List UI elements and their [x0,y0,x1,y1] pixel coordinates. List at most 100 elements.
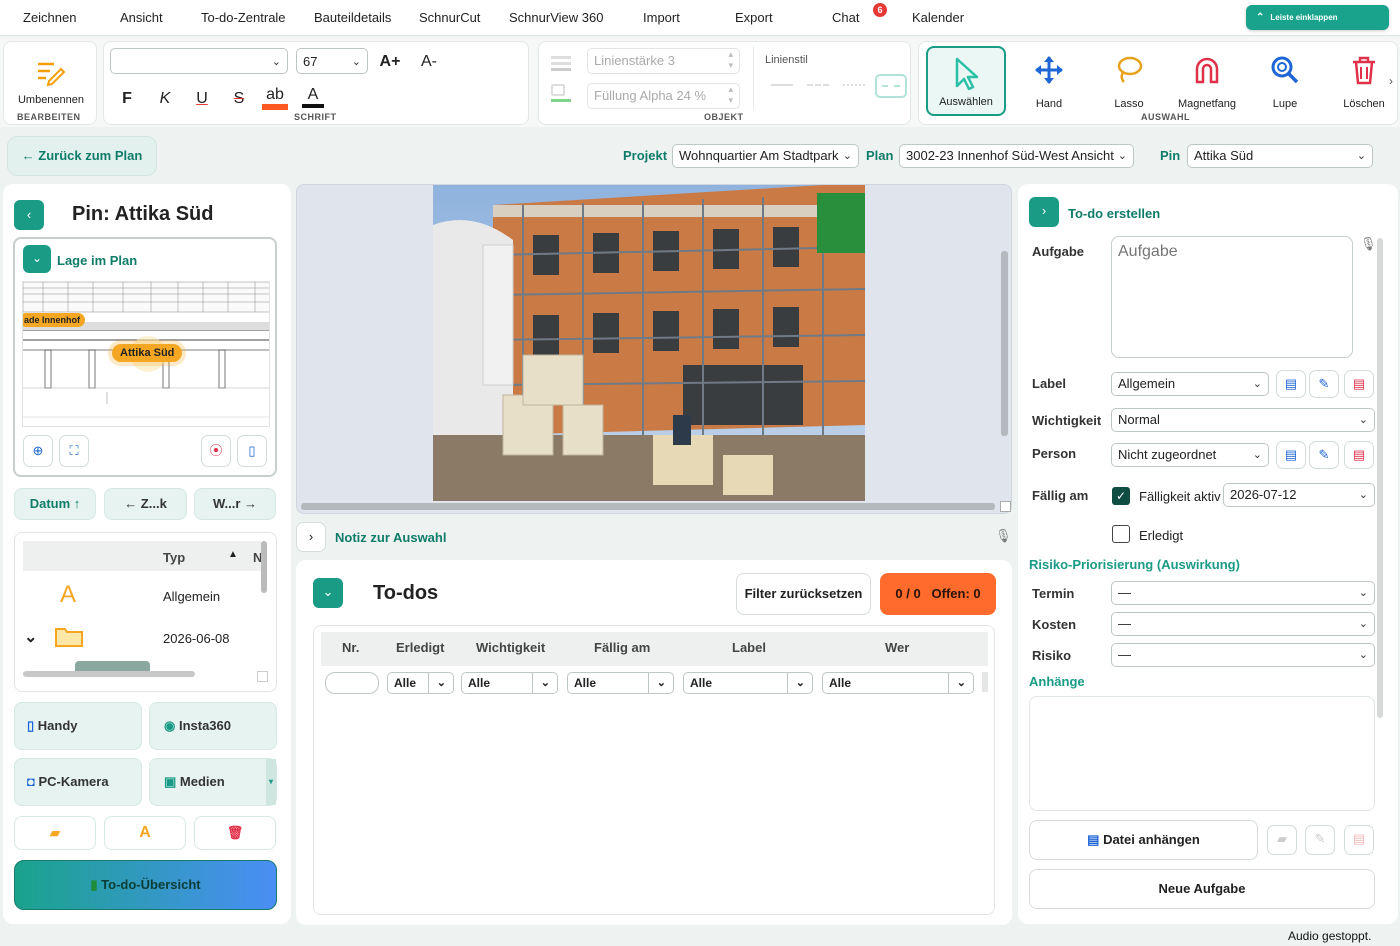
chevron-right-icon[interactable]: › [296,522,326,552]
media-button[interactable]: ▣ Medien ▾ [149,758,277,806]
left-panel-toggle[interactable]: ‹ [14,200,44,230]
done-checkbox[interactable] [1112,525,1130,543]
italic-button[interactable]: K [153,90,177,108]
filter-wichtigkeit[interactable]: Alle ⌄ [461,672,558,694]
menu-import[interactable]: Import [643,10,680,25]
tool-magnifier[interactable]: Lupe [1245,46,1325,116]
back-to-plan-button[interactable]: ← Zurück zum Plan [7,136,157,176]
bold-button[interactable]: F [115,90,139,108]
vertical-scrollbar[interactable] [1377,238,1383,718]
filter-faellig[interactable]: Alle ⌄ [567,672,674,694]
file-delete-icon[interactable]: ▤ [1344,825,1374,855]
plan-thumbnail[interactable]: ade Innenhof Attika Süd [22,281,270,427]
text-icon[interactable]: A [104,816,186,850]
image-viewer[interactable] [296,184,1012,514]
handy-button[interactable]: ▯ Handy [14,702,142,750]
person-edit-icon[interactable]: ✎ [1309,441,1339,469]
font-shrink-button[interactable]: A- [417,53,441,71]
insta360-button[interactable]: ◉ Insta360 [149,702,277,750]
todo-overview-button[interactable]: ▮ To-do-Übersicht [14,860,277,910]
attachments-area[interactable] [1029,696,1375,811]
highlight-button[interactable]: ab [262,86,288,110]
pin-select[interactable]: Attika Süd ⌄ [1187,144,1373,168]
todos-toggle[interactable]: ⌄ [313,578,343,608]
tree-row-label[interactable]: Allgemein [163,589,220,604]
tool-select[interactable]: Auswählen [926,46,1006,116]
edit-icon[interactable]: ✎ [1305,825,1335,855]
due-active-checkbox[interactable]: ✓ [1112,487,1130,505]
sort-date-button[interactable]: Datum ↑ [14,488,96,520]
col-label[interactable]: Label [732,640,766,655]
horizontal-scrollbar[interactable] [301,503,995,510]
filter-nr[interactable] [325,672,379,694]
sort-asc-icon[interactable]: ▲ [228,549,238,560]
font-color-button[interactable]: A [302,86,324,108]
new-task-button[interactable]: Neue Aufgabe [1029,869,1375,909]
menu-kalender[interactable]: Kalender [912,10,964,25]
col-faellig[interactable]: Fällig am [594,640,650,655]
col-erledigt[interactable]: Erledigt [396,640,444,655]
priority-select[interactable]: Normal ⌄ [1111,408,1375,432]
label-select[interactable]: Allgemein ⌄ [1111,372,1269,396]
filter-label[interactable]: Alle ⌄ [683,672,813,694]
trash-icon[interactable]: 🗑 [194,816,276,850]
thumbnail-preview[interactable] [75,661,150,671]
fill-alpha-input[interactable]: Füllung Alpha 24 % ▴ ▾ [587,83,740,109]
reset-filter-button[interactable]: Filter zurücksetzen [736,573,871,615]
risk-kosten-select[interactable]: — ⌄ [1111,612,1375,636]
due-date-select[interactable]: 2026-07-12 ⌄ [1223,483,1375,507]
attach-file-button[interactable]: ▤ Datei anhängen [1029,820,1258,860]
pc-camera-button[interactable]: ◘ PC-Kamera [14,758,142,806]
rename-label[interactable]: Umbenennen [4,94,98,106]
menu-zeichnen[interactable]: Zeichnen [23,10,76,25]
vertical-scrollbar[interactable] [1001,251,1008,436]
plan-pin-tag[interactable]: ade Innenhof [23,313,85,327]
zoom-in-icon[interactable]: ⊕ [23,435,53,467]
strikethrough-button[interactable]: S [227,90,251,108]
tool-lasso[interactable]: Lasso [1089,46,1169,116]
line-style-solid[interactable] [771,84,793,86]
collapse-toolbar-button[interactable]: ⌃ Leiste einklappen [1246,5,1389,30]
menu-schnurview[interactable]: SchnurView 360 [509,10,603,25]
filter-wer[interactable]: Alle ⌄ [822,672,974,694]
tool-hand[interactable]: Hand [1009,46,1089,116]
vertical-scrollbar[interactable] [982,672,988,692]
horizontal-scrollbar[interactable] [23,671,195,677]
font-family-select[interactable]: ⌄ [110,48,288,74]
microphone-icon[interactable]: 🎙 [995,528,1012,544]
col-wer[interactable]: Wer [885,640,909,655]
sort-next-button[interactable]: W...r → [194,488,276,520]
menu-chat[interactable]: Chat [832,10,859,25]
folder-icon[interactable]: ▰ [14,816,96,850]
font-grow-button[interactable]: A+ [378,53,402,71]
menu-ansicht[interactable]: Ansicht [120,10,163,25]
label-delete-icon[interactable]: ▤ [1344,370,1374,398]
chevron-down-icon[interactable]: ▾ [266,759,276,805]
col-wichtigkeit[interactable]: Wichtigkeit [476,640,545,655]
note-label[interactable]: Notiz zur Auswahl [335,530,446,545]
tree-row-label[interactable]: 2026-06-08 [163,631,230,646]
line-style-dashdot[interactable] [875,74,907,98]
underline-button[interactable]: U [190,90,214,108]
chevron-down-icon[interactable]: ⌄ [24,627,37,647]
person-add-icon[interactable]: ▤ [1276,441,1306,469]
folder-icon[interactable]: ▰ [1267,825,1297,855]
menu-export[interactable]: Export [735,10,773,25]
tree-header-typ[interactable]: Typ [163,550,185,565]
vertical-scrollbar[interactable] [261,541,267,593]
line-width-input[interactable]: Linienstärke 3 ▴ ▾ [587,48,740,74]
row-checkbox[interactable] [257,671,268,682]
chevron-right-icon[interactable]: › [1389,74,1393,88]
font-size-select[interactable]: 67 ⌄ [296,48,368,74]
rename-icon[interactable] [34,56,66,91]
risk-risiko-select[interactable]: — ⌄ [1111,643,1375,667]
tool-magnet[interactable]: Magnetfang [1167,46,1247,116]
location-pin-icon[interactable]: ⦿ [201,435,231,467]
right-panel-toggle[interactable]: › [1029,197,1059,227]
microphone-icon[interactable]: 🎙 [1360,236,1377,252]
person-select[interactable]: Nicht zugeordnet ⌄ [1111,443,1269,467]
plan-select[interactable]: 3002-23 Innenhof Süd-West Ansicht ⌄ [899,144,1134,168]
fit-view-icon[interactable]: ⛶ [59,435,89,467]
project-select[interactable]: Wohnquartier Am Stadtpark ⌄ [672,144,859,168]
task-input[interactable] [1111,236,1353,358]
